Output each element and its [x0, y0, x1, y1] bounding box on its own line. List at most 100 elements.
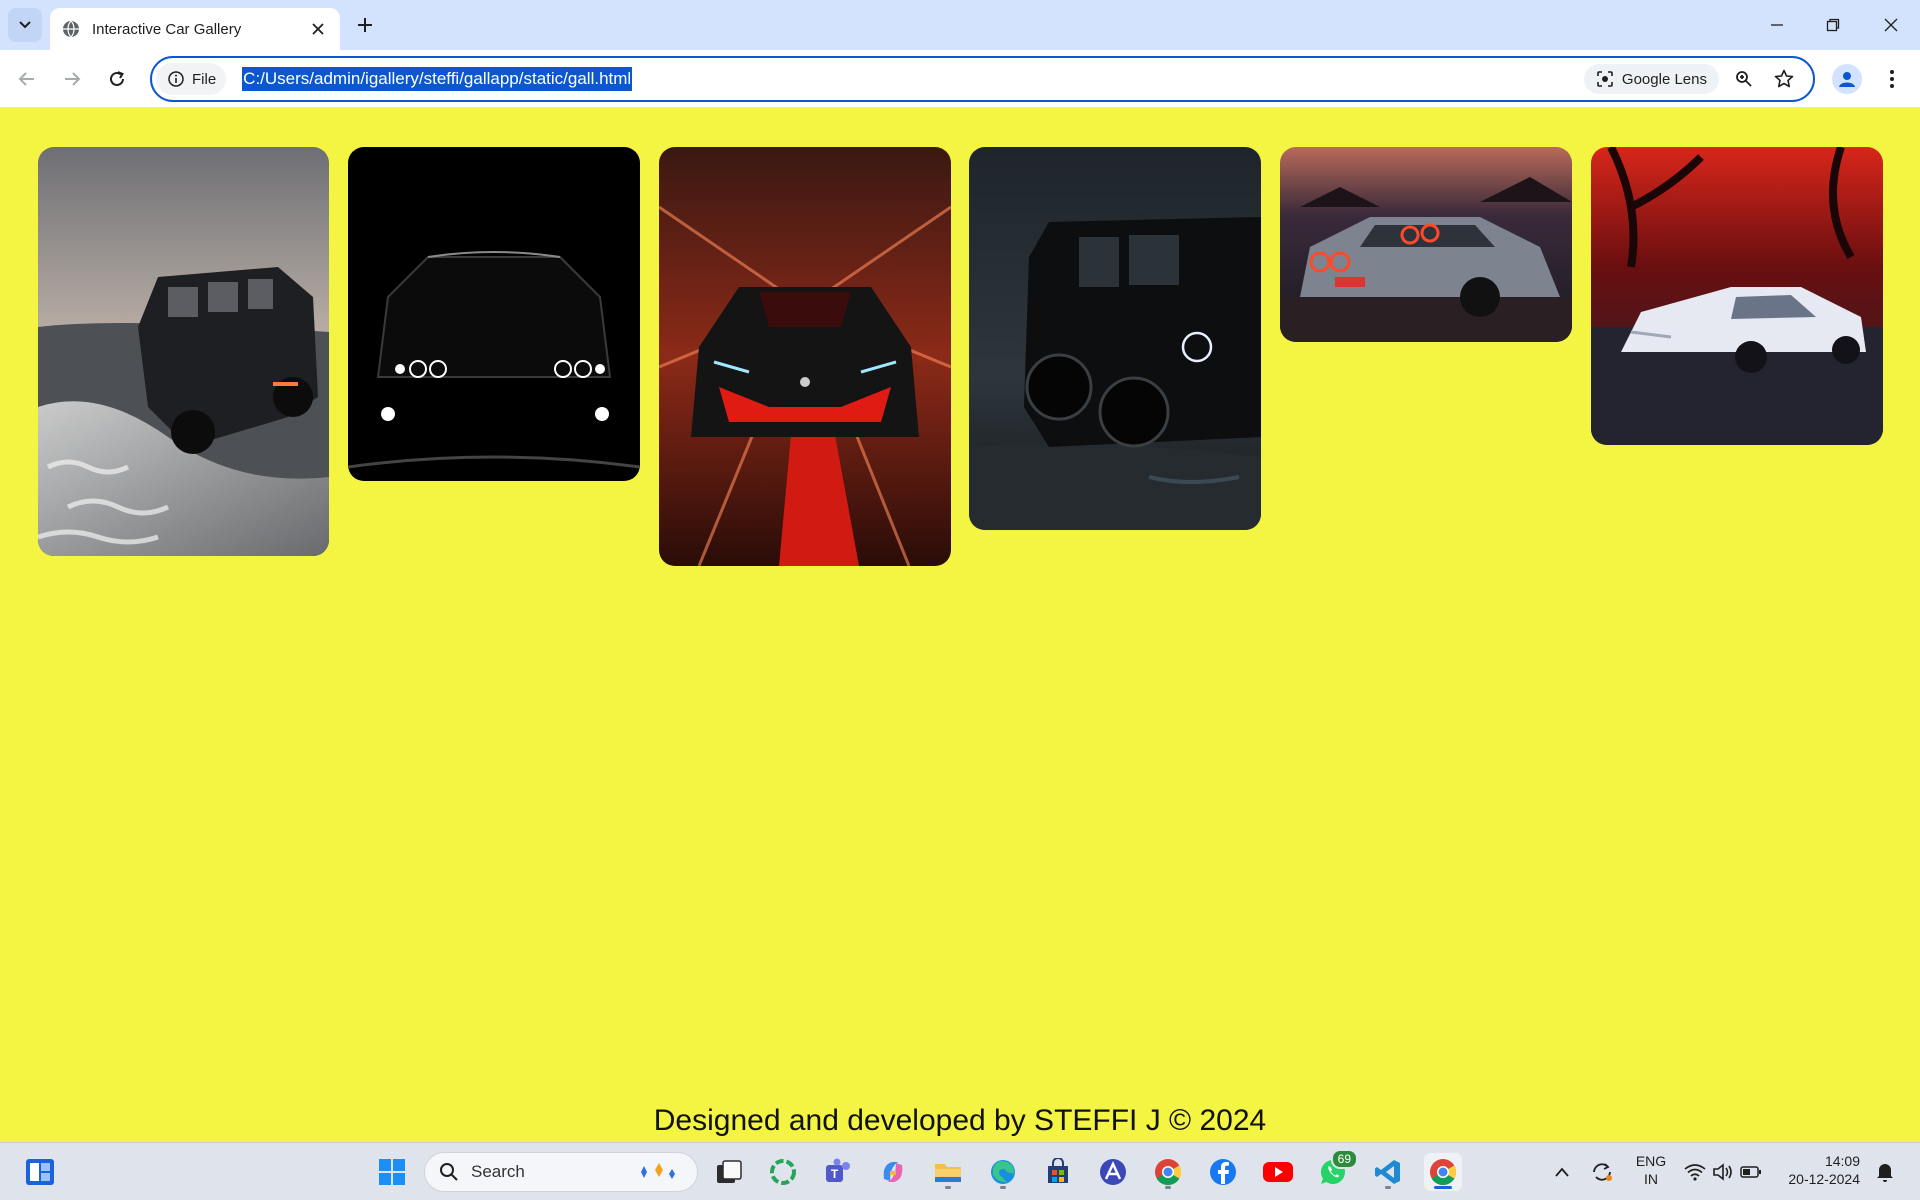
svg-text:T: T — [831, 1167, 839, 1181]
reload-icon — [110, 71, 124, 86]
facebook-icon — [1210, 1159, 1236, 1185]
zoom-button[interactable] — [1731, 66, 1757, 92]
chevron-down-icon — [19, 21, 31, 29]
site-info-chip[interactable]: File — [156, 63, 227, 95]
copilot-icon — [883, 1162, 903, 1182]
teams-icon: T — [826, 1158, 850, 1182]
close-tab-icon[interactable] — [308, 19, 328, 39]
language-code: ENG — [1635, 1153, 1667, 1169]
taskbar-search[interactable]: Search — [424, 1152, 698, 1192]
browser-tab[interactable]: Interactive Car Gallery — [50, 8, 340, 50]
start-button[interactable] — [373, 1153, 411, 1191]
bookmark-button[interactable] — [1771, 66, 1797, 92]
address-bar[interactable]: File C:/Users/admin/igallery/steffi/gall… — [150, 56, 1815, 102]
clock-date: 20-12-2024 — [1788, 1171, 1860, 1187]
quick-settings-button[interactable] — [1678, 1153, 1768, 1191]
taskbar-app-youtube[interactable] — [1259, 1153, 1297, 1191]
google-lens-button[interactable]: Google Lens — [1583, 64, 1719, 94]
car-image-headlights-dark[interactable] — [348, 147, 640, 481]
notifications-button[interactable] — [1866, 1153, 1904, 1191]
youtube-icon — [1263, 1162, 1293, 1182]
copilot-sparkle-icon — [641, 1163, 675, 1179]
windows-taskbar: Search T 69 ENG IN 14:09 20-12-2024 — [0, 1142, 1920, 1200]
close-icon — [1884, 18, 1898, 32]
taskbar-app-edge[interactable] — [984, 1153, 1022, 1191]
lens-icon — [1597, 71, 1613, 87]
avatar-icon — [1839, 72, 1855, 87]
back-button[interactable] — [12, 64, 42, 94]
taskbar-app-teams[interactable]: T — [819, 1153, 857, 1191]
folder-icon — [935, 1164, 961, 1182]
notification-badge: 69 — [1330, 1149, 1358, 1169]
green-circle-app-icon — [770, 1159, 796, 1185]
taskbar-app-refresh[interactable] — [764, 1153, 802, 1191]
car-image-offroad-beach[interactable] — [38, 147, 329, 556]
globe-icon — [63, 20, 79, 38]
info-icon — [168, 71, 184, 87]
search-placeholder: Search — [471, 1162, 525, 1181]
show-hidden-icons-button[interactable] — [1543, 1153, 1581, 1191]
taskbar-app-vscode[interactable] — [1369, 1153, 1407, 1191]
sync-icon — [1593, 1163, 1612, 1181]
plus-icon — [358, 18, 372, 32]
star-icon — [1774, 69, 1794, 88]
taskbar-app-arc[interactable] — [1094, 1153, 1132, 1191]
google-lens-label: Google Lens — [1621, 70, 1707, 88]
restore-icon — [1826, 18, 1840, 32]
arrow-left-icon — [18, 72, 34, 86]
taskbar-app-whatsapp[interactable]: 69 — [1314, 1149, 1358, 1191]
car-gallery: Designed and developed by STEFFI J © 202… — [0, 108, 1920, 1142]
close-window-button[interactable] — [1876, 10, 1906, 40]
zoom-icon — [1736, 71, 1752, 87]
car-image-black-suv[interactable] — [969, 147, 1261, 530]
browser-toolbar: File C:/Users/admin/igallery/steffi/gall… — [0, 50, 1920, 108]
chevron-up-icon — [1555, 1167, 1569, 1177]
car-image-gtr-night[interactable] — [1280, 147, 1572, 342]
site-info-label: File — [192, 70, 217, 88]
new-tab-button[interactable] — [352, 12, 378, 38]
browser-menu-button[interactable] — [1880, 64, 1904, 94]
car-image-white-supra[interactable] — [1591, 147, 1883, 445]
bell-icon — [1877, 1164, 1893, 1182]
minimize-button[interactable] — [1762, 10, 1792, 40]
region-code: IN — [1644, 1171, 1658, 1187]
volume-icon — [1713, 1163, 1732, 1181]
running-indicator — [1385, 1186, 1391, 1189]
sync-status-button[interactable] — [1583, 1153, 1621, 1191]
language-indicator[interactable]: ENG IN — [1628, 1152, 1674, 1188]
car-image-red-supercar[interactable] — [659, 147, 951, 566]
profile-button[interactable] — [1832, 64, 1862, 94]
battery-icon — [1740, 1166, 1761, 1178]
restore-button[interactable] — [1818, 10, 1848, 40]
taskbar-app-store[interactable] — [1039, 1153, 1077, 1191]
taskbar-app-copilot[interactable] — [874, 1153, 912, 1191]
edge-icon — [991, 1160, 1015, 1184]
reload-button[interactable] — [102, 64, 132, 94]
running-indicator — [1165, 1186, 1171, 1189]
vscode-icon — [1375, 1160, 1400, 1184]
task-view-button[interactable] — [710, 1153, 748, 1191]
taskbar-app-chrome-active[interactable] — [1424, 1153, 1462, 1191]
taskbar-app-chrome[interactable] — [1149, 1153, 1187, 1191]
forward-button[interactable] — [57, 64, 87, 94]
arc-app-icon — [1100, 1159, 1126, 1185]
footer-credit: Designed and developed by STEFFI J © 202… — [653, 1104, 1267, 1137]
taskbar-app-file-explorer[interactable] — [929, 1153, 967, 1191]
more-vert-icon — [1890, 70, 1894, 88]
chrome-icon — [1155, 1159, 1182, 1186]
tab-strip: Interactive Car Gallery — [0, 0, 1920, 50]
running-indicator — [1000, 1186, 1006, 1189]
windows-logo-icon — [379, 1159, 405, 1185]
clock-time: 14:09 — [1824, 1153, 1860, 1169]
active-indicator — [1434, 1186, 1452, 1189]
clock[interactable]: 14:09 20-12-2024 — [1780, 1152, 1860, 1188]
widgets-icon — [26, 1159, 54, 1185]
url-text[interactable]: C:/Users/admin/igallery/steffi/gallapp/s… — [242, 67, 633, 91]
tab-search-button[interactable] — [8, 8, 42, 42]
minimize-icon — [1771, 24, 1783, 26]
task-view-icon — [717, 1160, 742, 1183]
taskbar-app-facebook[interactable] — [1204, 1153, 1242, 1191]
tab-title: Interactive Car Gallery — [92, 20, 242, 38]
widgets-button[interactable] — [21, 1153, 59, 1191]
running-indicator — [945, 1186, 951, 1189]
